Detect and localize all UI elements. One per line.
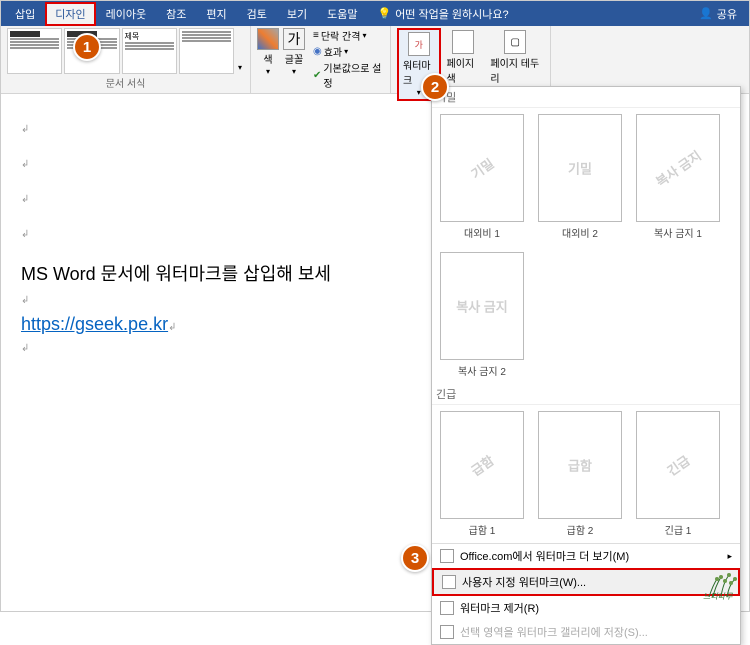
annotation-badge-2: 2 <box>421 73 449 101</box>
share-icon: 👤 <box>699 7 713 20</box>
tab-references[interactable]: 참조 <box>156 2 196 26</box>
effects-label: 효과 <box>324 44 342 59</box>
fonts-label: 글꼴 <box>285 51 303 66</box>
chevron-down-icon: ▾ <box>417 88 421 97</box>
page-borders-icon: ▢ <box>504 30 526 54</box>
check-icon: ✔ <box>313 70 321 81</box>
theme-title-text: 제목 <box>125 31 174 42</box>
theme-thumb-1[interactable] <box>7 28 62 74</box>
menu-custom-watermark[interactable]: 사용자 지정 워터마크(W)... <box>432 568 740 596</box>
menu-custom-label: 사용자 지정 워터마크(W)... <box>462 574 586 590</box>
menu-more-label: Office.com에서 워터마크 더 보기(M) <box>460 548 629 564</box>
theme-thumb-3[interactable]: 제목 <box>122 28 177 74</box>
wm-preview-text: 급함 <box>568 456 592 475</box>
set-default-button[interactable]: ✔기본값으로 설정 <box>313 60 384 90</box>
page-background-group: 가 워터마크 ▾ 페이지 색 ▾ ▢ 페이지 테두리 <box>391 26 551 93</box>
wm-preview-text: 급함 <box>467 450 497 479</box>
effects-icon: ◉ <box>313 46 322 57</box>
tab-mailings[interactable]: 편지 <box>196 2 236 26</box>
tab-review[interactable]: 검토 <box>237 2 277 26</box>
para-spacing-icon: ≡ <box>313 30 319 41</box>
arrow-right-icon: ▸ <box>727 551 732 562</box>
save-icon <box>440 625 454 639</box>
fonts-icon: 가 <box>283 28 305 50</box>
doc-format-group-label: 문서 서식 <box>7 74 244 91</box>
wm-option-label: 복사 금지 2 <box>436 363 528 378</box>
wm-option-label: 긴급 1 <box>632 522 724 537</box>
paragraph-mark: ↲ <box>21 295 29 306</box>
wm-preview-text: 긴급 <box>663 450 693 479</box>
colors-button[interactable]: 색 ▾ <box>257 28 279 76</box>
watermark-option-urgent-1[interactable]: 급함 급함 1 <box>436 411 528 537</box>
share-button[interactable]: 👤 공유 <box>699 6 745 22</box>
annotation-badge-3: 3 <box>401 544 429 572</box>
wm-option-label: 대외비 2 <box>534 225 626 240</box>
lightbulb-icon: 💡 <box>377 7 391 20</box>
menu-remove-label: 워터마크 제거(R) <box>460 600 539 616</box>
wm-option-label: 급함 2 <box>534 522 626 537</box>
tree-logo-icon: 느티나무 <box>701 567 745 607</box>
doc-hyperlink[interactable]: https://gseek.pe.kr <box>21 314 168 334</box>
set-default-label: 기본값으로 설정 <box>323 60 384 90</box>
theme-thumb-4[interactable] <box>179 28 234 74</box>
tell-me-search[interactable]: 💡 어떤 작업을 원하시나요? <box>377 6 508 22</box>
watermark-option-nocopy-2[interactable]: 복사 금지 복사 금지 2 <box>436 252 528 378</box>
watermark-icon: 가 <box>408 32 430 56</box>
effects-button[interactable]: ◉효과▾ <box>313 44 384 59</box>
wm-option-label: 대외비 1 <box>436 225 528 240</box>
themes-more-icon[interactable]: ▾ <box>236 61 244 74</box>
watermark-option-nocopy-1[interactable]: 복사 금지 복사 금지 1 <box>632 114 724 240</box>
chevron-down-icon: ▾ <box>292 67 296 76</box>
watermark-option-confidential-2[interactable]: 기밀 대외비 2 <box>534 114 626 240</box>
wm-preview-text: 복사 금지 <box>651 145 704 190</box>
remove-icon <box>440 601 454 615</box>
document-icon <box>442 575 456 589</box>
watermark-gallery: 기밀 기밀 대외비 1 기밀 대외비 2 복사 금지 복사 금지 1 복사 금지… <box>431 86 741 645</box>
watermark-option-asap-1[interactable]: 긴급 긴급 1 <box>632 411 724 537</box>
svg-text:느티나무: 느티나무 <box>703 592 733 601</box>
wm-option-label: 복사 금지 1 <box>632 225 724 240</box>
gallery-section-confidential: 기밀 <box>432 87 740 108</box>
tab-help[interactable]: 도움말 <box>317 2 367 26</box>
tab-view[interactable]: 보기 <box>277 2 317 26</box>
watermark-option-urgent-2[interactable]: 급함 급함 2 <box>534 411 626 537</box>
wm-preview-text: 복사 금지 <box>456 297 507 316</box>
page-borders-label: 페이지 테두리 <box>490 55 540 85</box>
colors-icon <box>257 28 279 50</box>
themes-group: 제목 ▾ 문서 서식 <box>1 26 251 93</box>
ribbon-design: 제목 ▾ 문서 서식 색 ▾ 가 글꼴 ▾ ≡단락 간격▾ ◉ <box>1 26 749 94</box>
wm-option-label: 급함 1 <box>436 522 528 537</box>
gallery-menu: Office.com에서 워터마크 더 보기(M) ▸ 사용자 지정 워터마크(… <box>432 543 740 644</box>
wm-preview-text: 기밀 <box>568 159 592 178</box>
page-color-label: 페이지 색 <box>447 55 481 85</box>
ribbon-tab-bar: 삽입 디자인 레이아웃 참조 편지 검토 보기 도움말 💡 어떤 작업을 원하시… <box>1 1 749 26</box>
wm-preview-text: 기밀 <box>467 153 497 182</box>
chevron-down-icon: ▾ <box>266 67 270 76</box>
gallery-section-urgent: 긴급 <box>432 384 740 405</box>
para-spacing-button[interactable]: ≡단락 간격▾ <box>313 28 384 43</box>
watermark-option-confidential-1[interactable]: 기밀 대외비 1 <box>436 114 528 240</box>
colors-label: 색 <box>263 51 272 66</box>
annotation-badge-1: 1 <box>73 33 101 61</box>
menu-remove-watermark[interactable]: 워터마크 제거(R) <box>432 596 740 620</box>
office-icon <box>440 549 454 563</box>
tab-design[interactable]: 디자인 <box>45 2 95 26</box>
menu-save-selection: 선택 영역을 워터마크 갤러리에 저장(S)... <box>432 620 740 644</box>
tab-layout[interactable]: 레이아웃 <box>96 2 156 26</box>
tell-me-label: 어떤 작업을 원하시나요? <box>395 6 508 22</box>
fonts-button[interactable]: 가 글꼴 ▾ <box>283 28 305 76</box>
share-label: 공유 <box>717 6 737 22</box>
tab-insert[interactable]: 삽입 <box>5 2 45 26</box>
menu-more-office[interactable]: Office.com에서 워터마크 더 보기(M) ▸ <box>432 544 740 568</box>
para-spacing-label: 단락 간격 <box>321 28 361 43</box>
menu-save-label: 선택 영역을 워터마크 갤러리에 저장(S)... <box>460 624 648 640</box>
page-color-icon <box>452 30 474 54</box>
formatting-group: 색 ▾ 가 글꼴 ▾ ≡단락 간격▾ ◉효과▾ ✔기본값으로 설정 <box>251 26 391 93</box>
